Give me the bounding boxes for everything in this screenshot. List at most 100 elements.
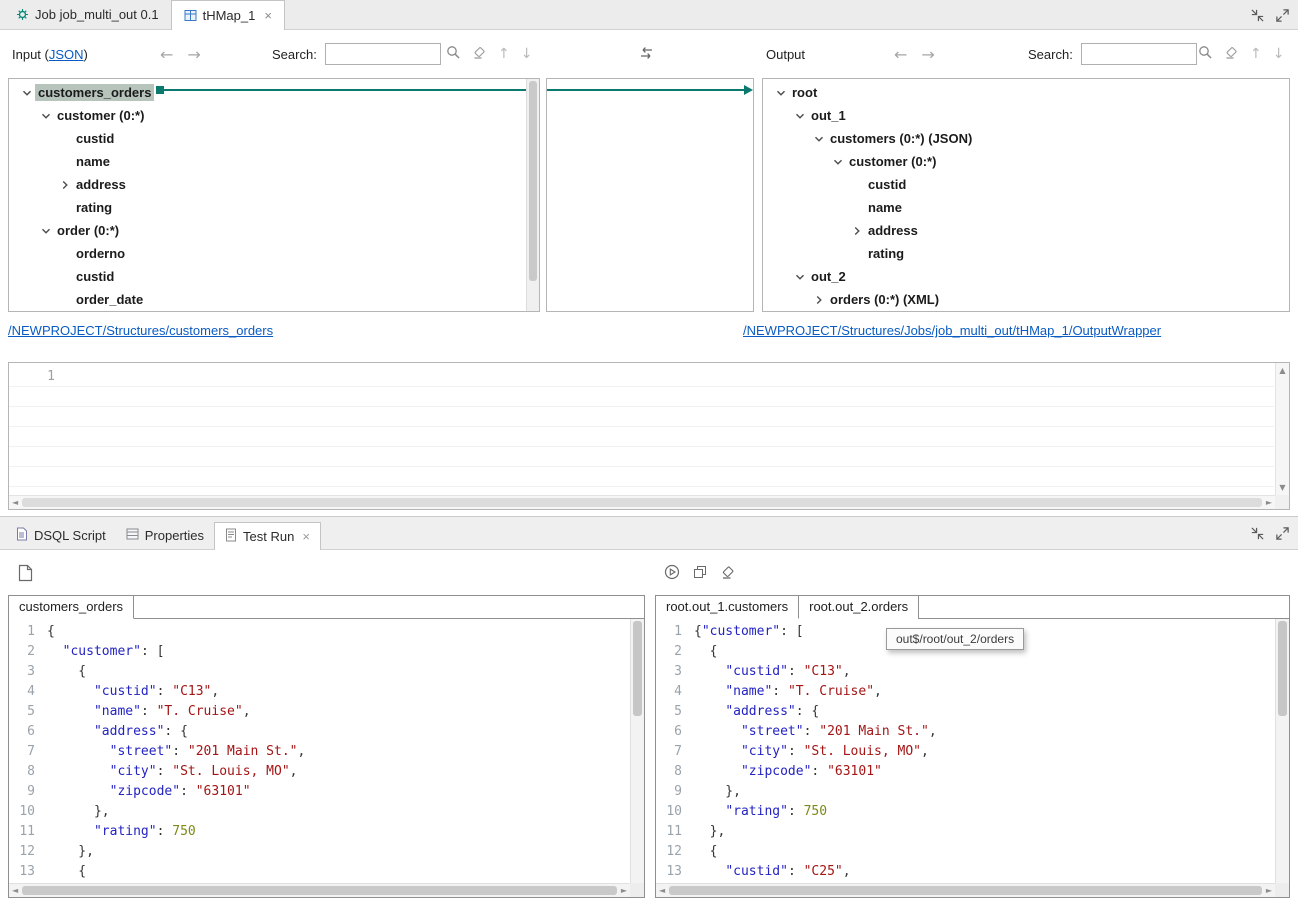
scroll-right-icon[interactable]: ► (1266, 498, 1272, 507)
tree-node[interactable]: order_date (9, 288, 539, 311)
tab-job-editor[interactable]: Job job_multi_out 0.1 (4, 0, 171, 29)
tree-node[interactable]: customers (0:*) (JSON) (763, 127, 1289, 150)
input-format-link[interactable]: JSON (49, 47, 84, 62)
tree-node[interactable]: customer (0:*) (763, 150, 1289, 173)
scrollbar-thumb[interactable] (669, 886, 1262, 895)
arrow-down-icon[interactable]: ↓ (521, 46, 533, 62)
arrow-up-icon[interactable]: ↑ (1250, 46, 1262, 62)
maximize-icon[interactable] (1275, 8, 1290, 23)
chevron-down-icon[interactable] (19, 85, 35, 101)
input-tree: customers_orderscustomer (0:*)custidname… (9, 79, 539, 311)
scroll-left-icon[interactable]: ◄ (659, 886, 665, 895)
arrow-down-icon[interactable]: ↓ (1273, 46, 1285, 62)
test-input-editor[interactable]: 1{2 "customer": [3 {4 "custid": "C13",5 … (9, 619, 630, 883)
vertical-scrollbar[interactable] (630, 619, 644, 883)
tree-node[interactable]: rating (9, 196, 539, 219)
tree-node[interactable]: orderno (9, 242, 539, 265)
copy-icon[interactable] (692, 564, 708, 583)
chevron-down-icon[interactable] (773, 85, 789, 101)
scrollbar-thumb[interactable] (22, 498, 1262, 507)
tree-node[interactable]: custid (763, 173, 1289, 196)
tree-node[interactable]: rating (763, 242, 1289, 265)
horizontal-scrollbar[interactable]: ◄ ► (9, 495, 1275, 509)
output-search-field[interactable] (1081, 43, 1197, 65)
back-icon[interactable]: ← (160, 45, 173, 64)
mapping-line[interactable] (164, 89, 526, 91)
output-structure-link[interactable]: /NEWPROJECT/Structures/Jobs/job_multi_ou… (743, 323, 1161, 338)
tree-node[interactable]: customer (0:*) (9, 104, 539, 127)
scrollbar-thumb[interactable] (633, 621, 642, 716)
scroll-up-icon[interactable]: ▲ (1276, 366, 1289, 375)
tab-root-out2-orders[interactable]: root.out_2.orders (799, 596, 919, 619)
chevron-spacer (57, 292, 73, 308)
input-structure-link[interactable]: /NEWPROJECT/Structures/customers_orders (8, 323, 273, 338)
new-file-icon[interactable] (18, 564, 33, 582)
code-line: 6 "address": { (9, 722, 630, 742)
tab-properties[interactable]: Properties (116, 521, 214, 549)
chevron-down-icon[interactable] (792, 269, 808, 285)
test-output-editor[interactable]: 1{"customer": [2 {3 "custid": "C13",4 "n… (656, 619, 1275, 883)
scrollbar-thumb[interactable] (22, 886, 617, 895)
forward-icon[interactable]: → (187, 45, 200, 64)
horizontal-scrollbar[interactable]: ◄ ► (9, 883, 630, 897)
close-icon[interactable]: × (302, 529, 310, 544)
tree-node[interactable]: root (763, 81, 1289, 104)
chevron-down-icon[interactable] (830, 154, 846, 170)
scroll-left-icon[interactable]: ◄ (12, 498, 18, 507)
tree-node[interactable]: orders (0:*) (XML) (763, 288, 1289, 311)
chevron-down-icon[interactable] (38, 108, 54, 124)
scroll-down-icon[interactable]: ▼ (1276, 483, 1289, 492)
tree-node[interactable]: custid (9, 127, 539, 150)
tab-thmap-editor[interactable]: tHMap_1 × (171, 0, 285, 30)
magnifier-icon[interactable] (446, 45, 461, 63)
line-number: 4 (656, 682, 682, 702)
tree-node-label: rating (73, 199, 115, 216)
tab-test-run[interactable]: Test Run × (214, 522, 321, 550)
close-icon[interactable]: × (264, 8, 272, 23)
tree-node[interactable]: out_1 (763, 104, 1289, 127)
tree-node[interactable]: name (9, 150, 539, 173)
scrollbar-thumb[interactable] (529, 81, 537, 281)
expression-editor[interactable]: 1 ▲ ▼ ◄ ► (8, 362, 1290, 510)
swap-icon[interactable] (638, 45, 655, 64)
clear-icon[interactable] (720, 564, 736, 583)
tree-node[interactable]: out_2 (763, 265, 1289, 288)
input-search-field[interactable] (325, 43, 441, 65)
minimize-icon[interactable] (1250, 526, 1265, 541)
forward-icon[interactable]: → (921, 45, 934, 64)
scroll-right-icon[interactable]: ► (1266, 886, 1272, 895)
clear-icon[interactable] (1224, 45, 1239, 63)
maximize-icon[interactable] (1275, 526, 1290, 541)
input-search-icons: ↑ ↓ (446, 31, 532, 77)
arrow-up-icon[interactable]: ↑ (498, 46, 510, 62)
tree-node[interactable]: customers_orders (9, 81, 539, 104)
scroll-right-icon[interactable]: ► (621, 886, 627, 895)
expression-editor-content[interactable] (9, 367, 1274, 494)
run-icon[interactable] (664, 564, 680, 583)
chevron-down-icon[interactable] (38, 223, 54, 239)
chevron-right-icon[interactable] (57, 177, 73, 193)
horizontal-scrollbar[interactable]: ◄ ► (656, 883, 1275, 897)
tree-node[interactable]: order (0:*) (9, 219, 539, 242)
chevron-right-icon[interactable] (849, 223, 865, 239)
vertical-scrollbar[interactable]: ▲ ▼ (1275, 363, 1289, 495)
scroll-left-icon[interactable]: ◄ (12, 886, 18, 895)
tree-node[interactable]: address (9, 173, 539, 196)
back-icon[interactable]: ← (894, 45, 907, 64)
chevron-down-icon[interactable] (792, 108, 808, 124)
tab-root-out1-customers[interactable]: root.out_1.customers (656, 596, 799, 619)
vertical-scrollbar[interactable] (1275, 619, 1289, 883)
chevron-right-icon[interactable] (811, 292, 827, 308)
tab-customers-orders[interactable]: customers_orders (9, 596, 134, 619)
tab-dsql-script[interactable]: DSQL Script (6, 521, 116, 549)
tree-node[interactable]: name (763, 196, 1289, 219)
input-tree-scrollbar[interactable] (526, 79, 539, 311)
chevron-down-icon[interactable] (811, 131, 827, 147)
scrollbar-thumb[interactable] (1278, 621, 1287, 716)
tree-node[interactable]: custid (9, 265, 539, 288)
clear-icon[interactable] (472, 45, 487, 63)
minimize-icon[interactable] (1250, 8, 1265, 23)
mapping-line[interactable] (547, 89, 745, 91)
magnifier-icon[interactable] (1198, 45, 1213, 63)
tree-node[interactable]: address (763, 219, 1289, 242)
